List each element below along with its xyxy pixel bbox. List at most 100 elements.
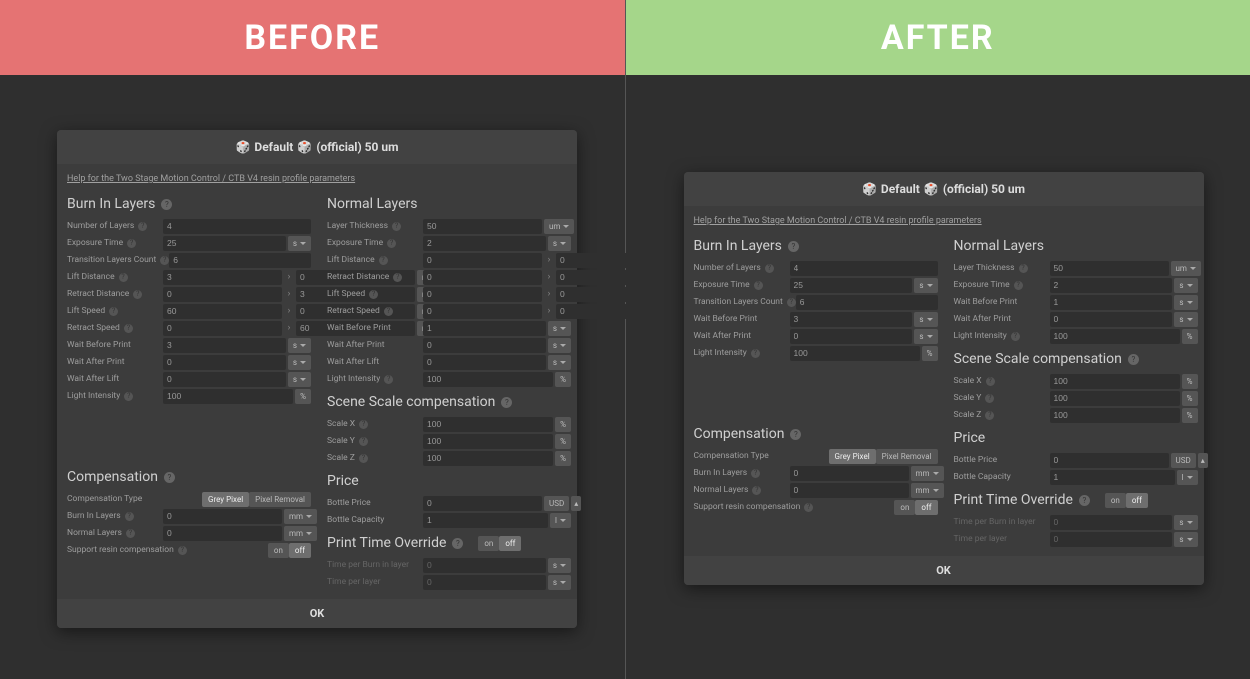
help-icon[interactable]: ?	[109, 307, 118, 316]
help-icon[interactable]: ?	[985, 411, 994, 420]
unit-select[interactable]: s	[548, 575, 571, 590]
wait-after-lift-input[interactable]	[163, 372, 286, 387]
help-icon[interactable]: ?	[804, 503, 813, 512]
unit-select[interactable]: s	[548, 321, 571, 336]
wait-before-input[interactable]	[423, 321, 546, 336]
ok-button[interactable]: OK	[57, 599, 577, 628]
scale-y-input[interactable]	[423, 434, 553, 449]
help-icon[interactable]: ?	[1079, 495, 1090, 506]
stepper-icon[interactable]: ▴	[1198, 453, 1208, 468]
help-icon[interactable]: ?	[126, 529, 135, 538]
scale-y-input[interactable]	[1050, 391, 1180, 406]
num-layers-input[interactable]	[790, 261, 938, 276]
time-layer-input[interactable]	[423, 575, 546, 590]
scale-z-input[interactable]	[1050, 408, 1180, 423]
lift-dist1-input[interactable]	[423, 253, 542, 268]
unit-select[interactable]: mm	[911, 466, 944, 481]
help-icon[interactable]: ?	[387, 239, 396, 248]
bottle-cap-input[interactable]	[423, 513, 548, 528]
unit-select[interactable]: s	[548, 355, 571, 370]
wait-after-print-input[interactable]	[423, 338, 546, 353]
trans-layers-input[interactable]	[796, 295, 938, 310]
pto-toggle[interactable]: onoff	[478, 536, 521, 551]
exposure-input[interactable]	[163, 236, 286, 251]
time-burn-input[interactable]	[423, 558, 546, 573]
help-icon[interactable]: ?	[359, 454, 368, 463]
unit-select[interactable]: s	[548, 338, 571, 353]
light-int-input[interactable]	[163, 389, 293, 404]
wait-after-print-input[interactable]	[1050, 312, 1173, 327]
help-icon[interactable]: ?	[751, 349, 760, 358]
time-burn-input[interactable]	[1050, 515, 1173, 530]
unit-select[interactable]: s	[914, 329, 937, 344]
bottle-cap-input[interactable]	[1050, 470, 1175, 485]
comp-normal-input[interactable]	[790, 483, 909, 498]
help-link[interactable]: Help for the Two Stage Motion Control / …	[57, 164, 355, 190]
bottle-price-input[interactable]	[423, 496, 542, 511]
help-icon[interactable]: ?	[985, 394, 994, 403]
pto-toggle[interactable]: onoff	[1105, 493, 1148, 508]
unit-select[interactable]: s	[1174, 312, 1197, 327]
help-icon[interactable]: ?	[754, 281, 763, 290]
scale-z-input[interactable]	[423, 451, 553, 466]
support-comp-toggle[interactable]: onoff	[894, 500, 937, 515]
help-icon[interactable]: ?	[384, 375, 393, 384]
unit-select[interactable]: s	[1174, 295, 1197, 310]
help-icon[interactable]: ?	[790, 429, 801, 440]
unit-select[interactable]: s	[288, 355, 311, 370]
help-icon[interactable]: ?	[751, 469, 760, 478]
help-icon[interactable]: ?	[393, 273, 402, 282]
unit-select[interactable]: s	[1174, 532, 1197, 547]
help-icon[interactable]: ?	[369, 290, 378, 299]
stepper-icon[interactable]: ▴	[571, 496, 581, 511]
unit-select[interactable]: um	[544, 219, 574, 234]
unit-select[interactable]: s	[288, 338, 311, 353]
unit-select[interactable]: l	[1177, 470, 1198, 485]
help-icon[interactable]: ?	[161, 199, 172, 210]
help-icon[interactable]: ?	[359, 437, 368, 446]
lift-dist1-input[interactable]	[163, 270, 282, 285]
unit-select[interactable]: s	[288, 236, 311, 251]
wait-after-lift-input[interactable]	[423, 355, 546, 370]
unit-select[interactable]: l	[550, 513, 571, 528]
lift-speed1-input[interactable]	[163, 304, 282, 319]
comp-burnin-input[interactable]	[790, 466, 909, 481]
help-icon[interactable]: ?	[1019, 264, 1028, 273]
comp-normal-input[interactable]	[163, 526, 282, 541]
num-layers-input[interactable]	[163, 219, 311, 234]
help-icon[interactable]: ?	[124, 392, 133, 401]
layer-thick-input[interactable]	[1050, 261, 1169, 276]
retract-speed1-input[interactable]	[423, 304, 542, 319]
help-link[interactable]: Help for the Two Stage Motion Control / …	[684, 206, 982, 232]
retract-dist1-input[interactable]	[163, 287, 282, 302]
help-icon[interactable]: ?	[359, 420, 368, 429]
layer-thick-input[interactable]	[423, 219, 542, 234]
unit-select[interactable]: mm	[911, 483, 944, 498]
exposure-input[interactable]	[423, 236, 546, 251]
help-icon[interactable]: ?	[164, 472, 175, 483]
unit-select[interactable]: s	[548, 236, 571, 251]
help-icon[interactable]: ?	[1014, 281, 1023, 290]
unit-select[interactable]: um	[1171, 261, 1201, 276]
wait-before-input[interactable]	[1050, 295, 1173, 310]
wait-before-input[interactable]	[163, 338, 286, 353]
help-icon[interactable]: ?	[127, 239, 136, 248]
exposure-input[interactable]	[790, 278, 913, 293]
light-int-input[interactable]	[423, 372, 553, 387]
help-icon[interactable]: ?	[1011, 332, 1020, 341]
ok-button[interactable]: OK	[684, 556, 1204, 585]
help-icon[interactable]: ?	[787, 298, 796, 307]
unit-select[interactable]: s	[914, 278, 937, 293]
help-icon[interactable]: ?	[138, 222, 147, 231]
retract-dist1-input[interactable]	[423, 270, 542, 285]
light-int-input[interactable]	[1050, 329, 1180, 344]
comp-burnin-input[interactable]	[163, 509, 282, 524]
help-icon[interactable]: ?	[788, 241, 799, 252]
unit-select[interactable]: mm	[284, 509, 317, 524]
bottle-price-input[interactable]	[1050, 453, 1169, 468]
exposure-input[interactable]	[1050, 278, 1173, 293]
help-icon[interactable]: ?	[119, 273, 128, 282]
help-icon[interactable]: ?	[379, 256, 388, 265]
help-icon[interactable]: ?	[452, 538, 463, 549]
help-icon[interactable]: ?	[384, 307, 393, 316]
